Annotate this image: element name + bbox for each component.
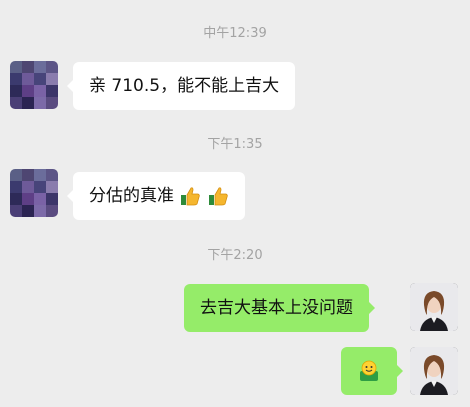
message-bubble-outgoing-emoji[interactable] (341, 347, 403, 395)
contact-avatar[interactable] (10, 61, 58, 109)
timestamp-1: 中午12:39 (203, 26, 267, 41)
contact-avatar[interactable] (10, 169, 58, 217)
timestamp-3: 下午2:20 (207, 248, 263, 263)
message-text: 亲 710.5，能不能上吉大 (89, 76, 280, 96)
person-photo-icon (410, 283, 458, 331)
message-bubble-incoming[interactable]: 亲 710.5，能不能上吉大 (66, 62, 296, 110)
my-avatar[interactable] (410, 283, 458, 331)
timestamp-2: 下午1:35 (207, 137, 263, 152)
person-photo-icon (410, 347, 458, 395)
smiling-face-emoji (360, 360, 378, 381)
my-avatar[interactable] (410, 347, 458, 395)
thumbs-up-icon (208, 187, 228, 206)
message-bubble-outgoing[interactable]: 去吉大基本上没问题 (184, 284, 375, 332)
message-bubble-incoming[interactable]: 分估的真准 (67, 172, 245, 220)
message-text: 去吉大基本上没问题 (200, 298, 353, 318)
message-text: 分估的真准 (89, 186, 174, 206)
thumbs-up-icon (181, 187, 201, 206)
